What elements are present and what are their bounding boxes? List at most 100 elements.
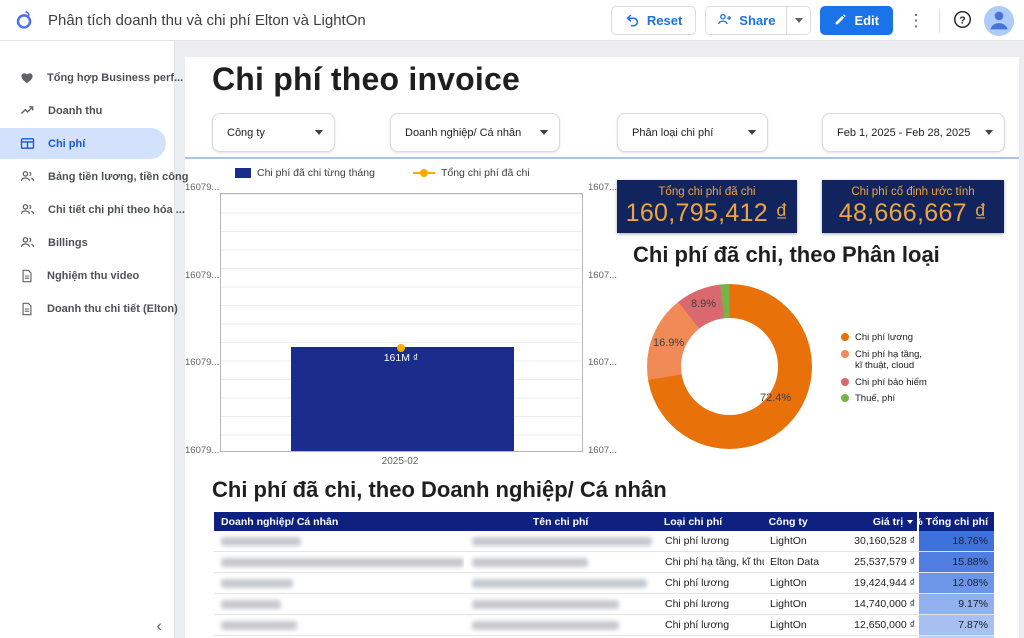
donut-chart[interactable] — [647, 284, 812, 449]
sidebar-item-billings[interactable]: Billings — [0, 227, 166, 258]
y-axis-tick: 16079... — [185, 357, 215, 368]
table-row: Chi phí lươngLightOn30,160,528 ₫18.76% — [214, 531, 994, 552]
cell-value: 12,650,000 ₫ — [844, 615, 919, 635]
redacted-text — [472, 600, 619, 609]
col-header-expense-name: Tên chi phí — [463, 512, 657, 531]
legend-item-bar: Chi phí đã chi từng tháng — [235, 167, 375, 179]
document-icon — [20, 302, 34, 316]
chevron-down-icon — [315, 130, 323, 135]
collapse-sidebar-button[interactable]: ‹ — [156, 616, 162, 636]
sidebar-item-doanh-thu[interactable]: Doanh thu — [0, 95, 166, 126]
legend-dot — [841, 378, 849, 386]
col-header-expense-type: Loại chi phí — [658, 512, 763, 531]
sidebar-item-chi-tiet-chi-phi[interactable]: Chi tiết chi phí theo hóa ... — [0, 194, 166, 225]
donut-legend-item: Thuế, phí — [841, 393, 927, 405]
cell-pct-heat: 12.08% — [919, 573, 994, 593]
redacted-text — [472, 621, 619, 630]
document-icon — [20, 269, 34, 283]
table-row: Chi phí hạ tầng, kĩ thuật, ...Elton Data… — [214, 552, 994, 573]
help-button[interactable]: ? — [949, 8, 975, 34]
y-axis-tick: 16079... — [185, 270, 215, 281]
share-button[interactable]: Share — [706, 7, 786, 34]
sidebar-item-label: Chi tiết chi phí theo hóa ... — [48, 204, 185, 216]
reset-button[interactable]: Reset — [611, 6, 696, 35]
filter-company[interactable]: Công ty — [212, 113, 335, 152]
sort-desc-icon — [907, 520, 913, 524]
y-axis-tick: 16079... — [185, 445, 215, 456]
redacted-text — [221, 621, 297, 630]
legend-dot — [841, 350, 849, 358]
scorecard-label: Chi phí cố định ước tính — [822, 186, 1004, 198]
scorecard-total-spent: Tổng chi phí đã chi 160,795,412 ₫ — [617, 180, 797, 233]
y-axis-tick: 1607... — [588, 357, 618, 368]
line-data-point[interactable] — [397, 344, 405, 352]
sidebar-item-label: Bảng tiền lương, tiền công — [48, 171, 188, 183]
billboard-icon — [20, 136, 35, 151]
scorecard-value: 48,666,667 ₫ — [822, 199, 1004, 228]
sidebar-item-label: Doanh thu — [48, 105, 102, 117]
sidebar-item-label: Doanh thu chi tiết (Elton) — [47, 303, 178, 315]
sidebar-item-nghiem-thu-video[interactable]: Nghiệm thu video — [0, 260, 166, 291]
cell-expense-type: Chi phí lương — [659, 531, 764, 551]
cell-business-redacted — [214, 615, 464, 635]
edit-button[interactable]: Edit — [820, 6, 893, 35]
sidebar-item-bang-tien-luong[interactable]: Bảng tiền lương, tiền công — [0, 161, 166, 192]
cell-expense-name-redacted — [464, 552, 659, 572]
cell-value: 19,424,944 ₫ — [844, 573, 919, 593]
sidebar-item-tong-hop-business[interactable]: Tổng hợp Business perf... — [0, 62, 166, 93]
user-avatar[interactable] — [984, 6, 1014, 36]
col-header-company: Công ty — [763, 512, 843, 531]
cell-expense-name-redacted — [464, 531, 659, 551]
person-add-icon — [717, 12, 732, 30]
bar-value-label: 161M ₫ — [351, 352, 451, 364]
legend-dot — [841, 394, 849, 402]
slice-pct-label: 8.9% — [691, 298, 716, 310]
people-icon — [20, 169, 35, 184]
looker-studio-app: Phân tích doanh thu và chi phí Elton và … — [0, 0, 1024, 638]
scorecard-fixed-cost: Chi phí cố định ước tính 48,666,667 ₫ — [822, 180, 1004, 233]
chevron-down-icon — [540, 130, 548, 135]
chevron-down-icon — [795, 18, 803, 23]
filter-date-range[interactable]: Feb 1, 2025 - Feb 28, 2025 — [822, 113, 1005, 152]
cell-expense-type: Chi phí lương — [659, 615, 764, 635]
filter-expense-category[interactable]: Phân loại chi phí — [617, 113, 768, 152]
y-axis-tick: 1607... — [588, 182, 618, 193]
cell-expense-name-redacted — [464, 573, 659, 593]
cell-business-redacted — [214, 552, 464, 572]
cell-business-redacted — [214, 531, 464, 551]
redacted-text — [472, 558, 588, 567]
sidebar-item-chi-phi[interactable]: Chi phí — [0, 128, 166, 159]
col-header-pct-total: % Tổng chi phí — [917, 512, 994, 531]
y-axis-tick: 1607... — [588, 270, 618, 281]
table-row: Chi phí lươngLightOn12,650,000 ₫7.87% — [214, 615, 994, 636]
sidebar-item-doanh-thu-chi-tiet[interactable]: Doanh thu chi tiết (Elton) — [0, 293, 166, 324]
table-row: Chi phí lươngLightOn19,424,944 ₫12.08% — [214, 573, 994, 594]
header-actions: Reset Share Edit ⋮ ? — [611, 0, 1014, 41]
heart-icon — [20, 71, 34, 85]
chevron-down-icon — [985, 130, 993, 135]
chevron-left-icon: ‹ — [156, 616, 162, 635]
donut-legend-item: Chi phí lương — [841, 332, 927, 344]
looker-studio-logo-icon — [14, 9, 35, 31]
cell-company: LightOn — [764, 615, 844, 635]
bar-chart-plot: 161M ₫ — [220, 193, 583, 452]
cell-value: 14,740,000 ₫ — [844, 594, 919, 614]
cell-company: Elton Data — [764, 552, 844, 572]
donut-legend: Chi phí lương Chi phí hạ tầng, kĩ thuật,… — [841, 332, 927, 410]
more-options-button[interactable]: ⋮ — [902, 7, 930, 35]
header-divider — [939, 9, 940, 33]
sidebar-item-label: Billings — [48, 237, 88, 249]
cell-expense-type: Chi phí hạ tầng, kĩ thuật, ... — [659, 552, 764, 572]
cell-company: LightOn — [764, 531, 844, 551]
x-axis-label: 2025-02 — [360, 456, 440, 467]
share-split-button: Share — [705, 6, 811, 35]
share-dropdown-button[interactable] — [786, 7, 810, 34]
col-header-value-sort[interactable]: Giá trị — [842, 512, 917, 531]
table-row: Chi phí lươngLightOn14,740,000 ₫9.17% — [214, 594, 994, 615]
report-canvas: Chi phí theo invoice Công ty Doanh nghiệ… — [185, 57, 1019, 638]
person-icon — [986, 7, 1012, 36]
filter-business-person[interactable]: Doanh nghiệp/ Cá nhân — [390, 113, 560, 152]
people-icon — [20, 235, 35, 250]
cell-expense-type: Chi phí lương — [659, 594, 764, 614]
people-icon — [20, 202, 35, 217]
